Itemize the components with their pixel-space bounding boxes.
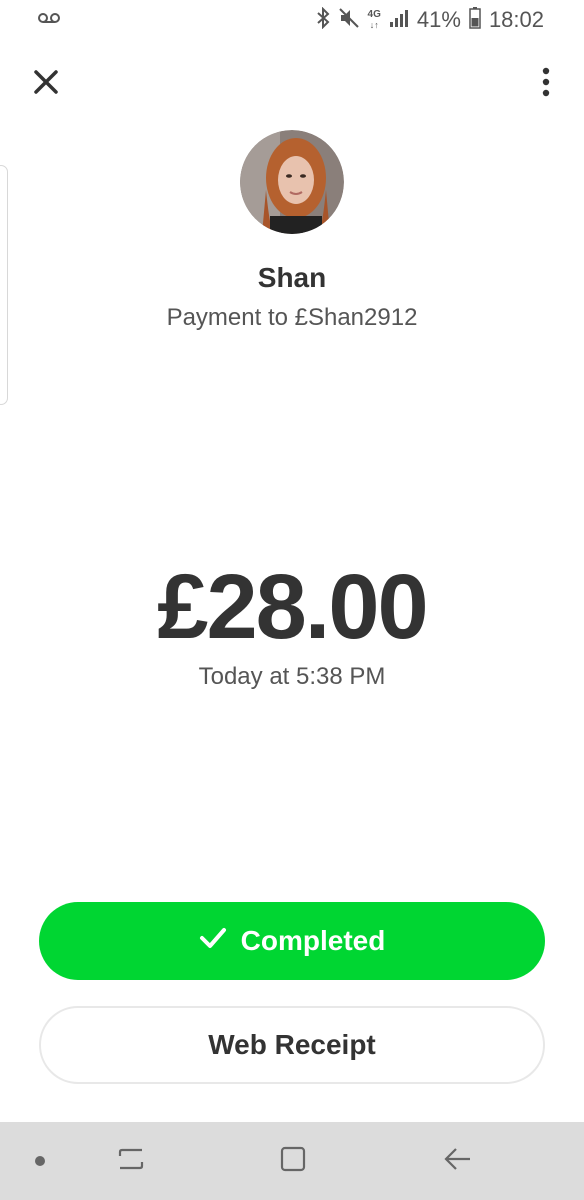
web-receipt-button[interactable]: Web Receipt — [39, 1006, 545, 1084]
battery-percent: 41% — [416, 7, 461, 32]
navigation-bar — [0, 1122, 584, 1200]
payment-recipient-handle: Payment to £Shan2912 — [166, 304, 418, 331]
back-icon — [442, 1145, 472, 1178]
recent-apps-button[interactable] — [106, 1122, 156, 1200]
more-options-button[interactable] — [538, 66, 554, 102]
completed-label: Completed — [240, 925, 386, 956]
signal-icon — [389, 8, 409, 33]
network-type: 4G ↓↑ — [367, 9, 381, 31]
checkmark-icon — [199, 925, 227, 957]
close-button[interactable] — [28, 66, 64, 102]
recipient-name: Shan — [257, 262, 327, 293]
dot-icon — [20, 1122, 60, 1200]
close-icon — [33, 69, 59, 100]
back-button[interactable] — [432, 1122, 482, 1200]
payment-amount: £28.00 — [157, 556, 428, 658]
more-vertical-icon — [542, 67, 550, 102]
bluetooth-icon — [316, 6, 330, 34]
home-button[interactable] — [268, 1122, 318, 1200]
mute-icon — [338, 7, 360, 34]
payment-detail-screen: 4G ↓↑ 41% 18:02 Shan Payment to £Shan291… — [0, 0, 584, 1200]
home-icon — [279, 1145, 307, 1178]
completed-status-button[interactable]: Completed — [39, 902, 545, 980]
recent-apps-icon — [116, 1146, 146, 1177]
avatar — [240, 130, 344, 234]
battery-icon — [469, 6, 481, 34]
web-receipt-label: Web Receipt — [208, 1029, 376, 1060]
status-bar: 4G ↓↑ 41% 18:02 — [0, 0, 584, 40]
status-icons: 4G ↓↑ 41% 18:02 — [316, 6, 544, 34]
clock: 18:02 — [488, 7, 544, 32]
voicemail-icon — [38, 11, 60, 30]
payment-date: Today at 5:38 PM — [198, 663, 386, 690]
